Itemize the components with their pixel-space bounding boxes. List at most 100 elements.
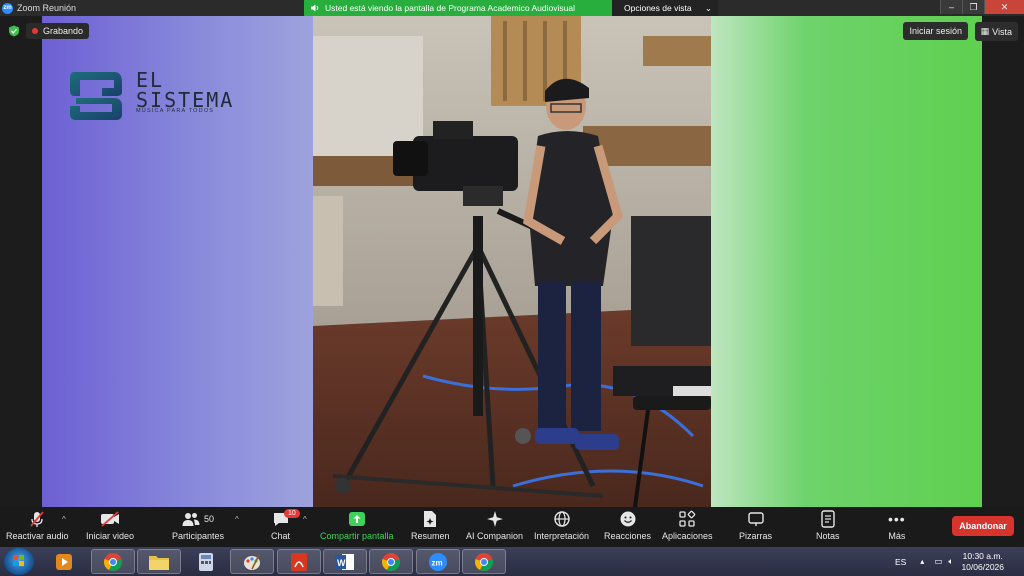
apps-label: Aplicaciones — [662, 531, 713, 541]
chevron-down-icon: ⌄ — [704, 2, 712, 13]
shield-icon[interactable] — [8, 25, 20, 37]
close-button[interactable]: ✕ — [984, 0, 1024, 14]
sparkle-icon — [486, 511, 503, 527]
zoom-icon: zm — [429, 552, 447, 571]
video-stage: EL SISTEMA MÚSICA PARA TODOS · · ·· · · … — [0, 16, 1024, 528]
video-off-icon — [101, 511, 120, 527]
unmute-button[interactable]: Reactivar audio — [6, 510, 69, 541]
chat-badge: 10 — [284, 509, 300, 518]
view-label: Vista — [992, 26, 1012, 37]
meeting-toolbar: Reactivar audio ^ Iniciar video 50 Parti… — [0, 507, 1024, 547]
view-options-button[interactable]: Opciones de vista ⌄ — [612, 0, 718, 16]
whiteboards-button[interactable]: Pizarras — [739, 510, 772, 541]
taskbar-pdf-reader[interactable] — [277, 549, 321, 574]
zoom-window: zm Zoom Reunión Usted está viendo la pan… — [0, 0, 1024, 576]
taskbar-calculator[interactable] — [184, 549, 228, 574]
taskbar-word[interactable]: W — [323, 549, 367, 574]
taskbar-paint[interactable] — [230, 549, 274, 574]
paint-icon — [244, 554, 260, 570]
notes-label: Notas — [816, 531, 840, 541]
speaker-icon — [311, 4, 319, 12]
svg-text:W: W — [337, 558, 346, 568]
share-screen-button[interactable]: Compartir pantalla — [320, 510, 394, 541]
el-sistema-emblem-icon — [70, 72, 122, 120]
start-video-label: Iniciar video — [86, 531, 135, 541]
apps-button[interactable]: Aplicaciones — [662, 510, 713, 541]
chat-label: Chat — [271, 531, 291, 541]
ai-companion-label: AI Companion — [466, 531, 524, 541]
signin-button[interactable]: Iniciar sesión — [903, 22, 968, 40]
summary-icon — [424, 511, 437, 527]
windows-taskbar: W zm ES ▴ ▭ 🔈︎ 10:30 a.m. 10/06/2026 — [0, 547, 1024, 576]
notes-icon — [821, 510, 835, 528]
minimize-button[interactable]: – — [940, 0, 962, 14]
language-indicator[interactable]: ES — [895, 557, 906, 567]
audio-options-caret[interactable]: ^ — [62, 515, 66, 524]
chat-button[interactable]: 10 Chat — [271, 509, 300, 541]
chat-options-caret[interactable]: ^ — [303, 515, 307, 524]
shared-video-feed — [313, 16, 711, 507]
taskbar-chrome-2[interactable] — [369, 549, 413, 574]
share-screen-icon — [348, 512, 365, 526]
unmute-label: Reactivar audio — [6, 531, 69, 541]
logo-tagline: MÚSICA PARA TODOS — [136, 108, 215, 114]
summary-label: Resumen — [411, 531, 450, 541]
start-video-button[interactable]: Iniciar video — [86, 510, 134, 541]
share-screen-label: Compartir pantalla — [320, 531, 394, 541]
taskbar-media-player[interactable] — [44, 549, 84, 574]
taskbar-clock[interactable]: 10:30 a.m. 10/06/2026 — [961, 551, 1004, 573]
recording-label: Grabando — [43, 26, 84, 36]
interpretation-label: Interpretación — [534, 531, 590, 541]
chrome-icon — [382, 552, 400, 571]
recording-indicator[interactable]: Grabando — [26, 23, 90, 39]
reactions-label: Reacciones — [604, 531, 652, 541]
taskbar-chrome-1[interactable] — [91, 549, 135, 574]
window-controls: – ❐ ✕ — [940, 0, 1024, 14]
system-tray: ES ▴ ▭ 🔈︎ 10:30 a.m. 10/06/2026 — [895, 547, 1024, 576]
whiteboard-icon — [747, 512, 764, 526]
chrome-icon — [475, 552, 493, 571]
grid-icon: ▦ — [980, 26, 990, 36]
taskbar-zoom[interactable]: zm — [416, 549, 460, 574]
logo-wordmark: EL SISTEMA — [136, 70, 234, 110]
start-button[interactable] — [4, 548, 34, 575]
tray-expand-icon[interactable]: ▴ — [920, 557, 924, 566]
notes-button[interactable]: Notas — [816, 510, 840, 541]
participants-options-caret[interactable]: ^ — [235, 515, 239, 524]
ai-companion-button[interactable]: AI Companion — [466, 510, 523, 541]
summary-button[interactable]: Resumen — [411, 510, 450, 541]
share-banner: Usted está viendo la pantalla de Program… — [304, 0, 612, 16]
network-icon[interactable]: ▭ — [934, 556, 942, 567]
view-button[interactable]: ▦ Vista — [974, 22, 1018, 41]
meeting-status: Grabando — [8, 23, 90, 39]
logo-line2: SISTEMA — [136, 88, 235, 112]
clock-date: 10/06/2026 — [961, 561, 1004, 572]
volume-icon[interactable]: 🔈︎ — [948, 556, 953, 567]
windows-logo-icon — [13, 555, 24, 566]
video-frame-illustration — [313, 16, 711, 507]
more-label: Más — [888, 531, 906, 541]
window-title: Zoom Reunión — [17, 3, 77, 13]
leave-button[interactable]: Abandonar — [952, 516, 1014, 536]
clock-time: 10:30 a.m. — [962, 550, 1003, 561]
whiteboards-label: Pizarras — [739, 531, 773, 541]
view-options-label: Opciones de vista — [624, 3, 692, 13]
participants-button[interactable]: 50 Participantes — [172, 510, 224, 541]
word-icon: W — [335, 553, 354, 570]
reactions-button[interactable]: Reacciones — [604, 510, 651, 541]
ellipsis-icon: ••• — [888, 511, 906, 527]
logo-line1: EL — [136, 68, 165, 92]
more-button[interactable]: ••• Más — [888, 510, 906, 541]
zoom-icon: zm — [2, 2, 13, 14]
taskbar-file-explorer[interactable] — [137, 549, 181, 574]
participants-count: 50 — [204, 514, 215, 524]
participants-label: Participantes — [172, 531, 225, 541]
muted-mic-icon — [30, 511, 44, 527]
interpretation-button[interactable]: Interpretación — [534, 510, 589, 541]
taskbar-chrome-3[interactable] — [462, 549, 506, 574]
restore-button[interactable]: ❐ — [962, 0, 984, 14]
participants-icon — [182, 513, 200, 526]
green-gradient-background — [710, 16, 982, 507]
folder-icon — [149, 555, 169, 570]
globe-icon — [553, 511, 570, 527]
